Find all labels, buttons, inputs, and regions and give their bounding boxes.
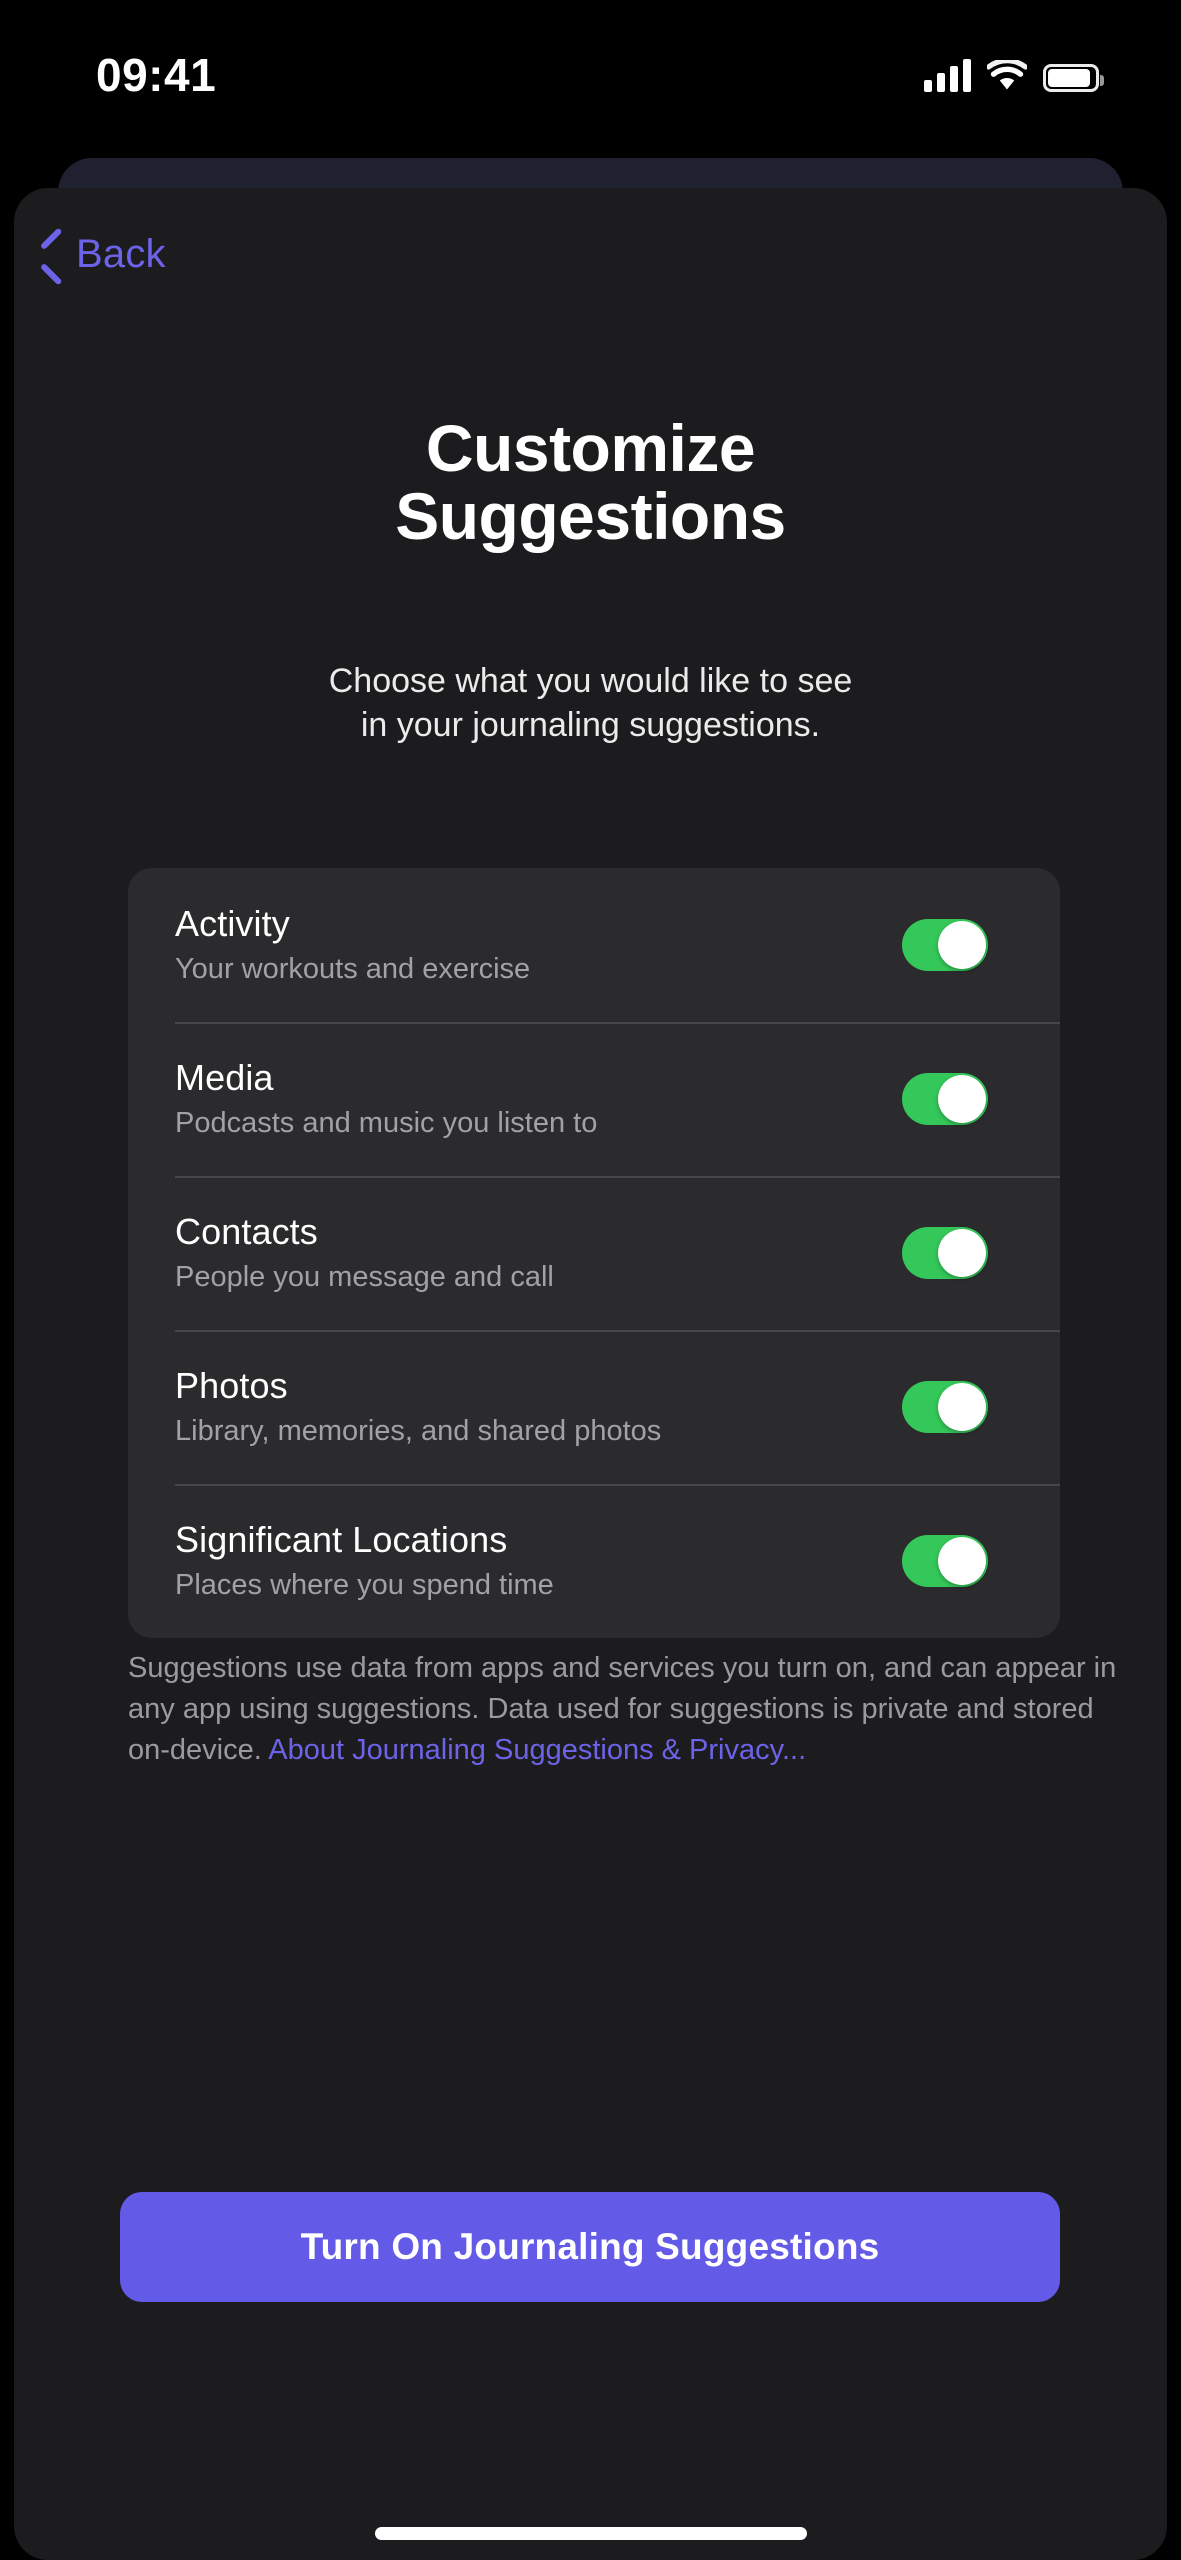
chevron-left-icon — [36, 235, 62, 275]
option-subtitle: Podcasts and music you listen to — [175, 1106, 598, 1139]
privacy-policy-link[interactable]: About Journaling Suggestions & Privacy..… — [268, 1734, 806, 1766]
toggle-knob — [938, 1229, 986, 1277]
option-toggle[interactable] — [902, 1227, 988, 1279]
option-toggle[interactable] — [902, 919, 988, 971]
option-row-text: Significant Locations Places where you sp… — [175, 1520, 902, 1601]
option-title: Photos — [175, 1365, 288, 1407]
option-title: Media — [175, 1057, 274, 1099]
option-title: Significant Locations — [175, 1519, 508, 1561]
option-subtitle: People you message and call — [175, 1260, 554, 1293]
page-title-line-2: Suggestions — [395, 478, 786, 553]
status-time: 09:41 — [96, 49, 217, 101]
status-bar: 09:41 — [0, 0, 1181, 160]
option-title: Contacts — [175, 1211, 318, 1253]
page-subtitle-line-1: Choose what you would like to see — [328, 662, 853, 700]
turn-on-journaling-suggestions-button[interactable]: Turn On Journaling Suggestions — [120, 2192, 1060, 2302]
option-row[interactable]: Significant Locations Places where you sp… — [128, 1484, 1060, 1638]
back-button-label: Back — [76, 232, 166, 276]
suggestion-options-list: Activity Your workouts and exercise Media P… — [128, 868, 1060, 1638]
option-row-text: Activity Your workouts and exercise — [175, 904, 902, 985]
battery-icon — [1043, 64, 1104, 92]
option-row[interactable]: Activity Your workouts and exercise — [128, 868, 1060, 1022]
toggle-knob — [938, 921, 986, 969]
option-subtitle: Library, memories, and shared photos — [175, 1414, 662, 1447]
option-title: Activity — [175, 903, 290, 945]
privacy-footnote: Suggestions use data from apps and servi… — [128, 1648, 1128, 1772]
cellular-bars-icon — [924, 58, 971, 92]
option-row-text: Photos Library, memories, and shared phot… — [175, 1366, 902, 1447]
page-title-line-1: Customize — [425, 411, 756, 485]
option-row[interactable]: Contacts People you message and call — [128, 1176, 1060, 1330]
back-button[interactable]: Back — [22, 224, 180, 285]
home-indicator[interactable] — [374, 2527, 807, 2540]
option-subtitle: Places where you spend time — [175, 1568, 554, 1601]
page-subtitle-line-2: in your journaling suggestions. — [360, 705, 821, 744]
option-row[interactable]: Photos Library, memories, and shared phot… — [128, 1330, 1060, 1484]
page-title: Customize Suggestions — [0, 411, 1181, 553]
option-toggle[interactable] — [902, 1381, 988, 1433]
page-subtitle: Choose what you would like to see in you… — [0, 660, 1181, 747]
option-toggle[interactable] — [902, 1073, 988, 1125]
option-toggle[interactable] — [902, 1535, 988, 1587]
option-row-text: Media Podcasts and music you listen to — [175, 1058, 902, 1139]
toggle-knob — [938, 1537, 986, 1585]
status-icons — [924, 50, 1104, 92]
wifi-icon — [985, 58, 1029, 92]
option-subtitle: Your workouts and exercise — [175, 952, 531, 985]
toggle-knob — [938, 1383, 986, 1431]
option-row[interactable]: Media Podcasts and music you listen to — [128, 1022, 1060, 1176]
toggle-knob — [938, 1075, 986, 1123]
option-row-text: Contacts People you message and call — [175, 1212, 902, 1293]
